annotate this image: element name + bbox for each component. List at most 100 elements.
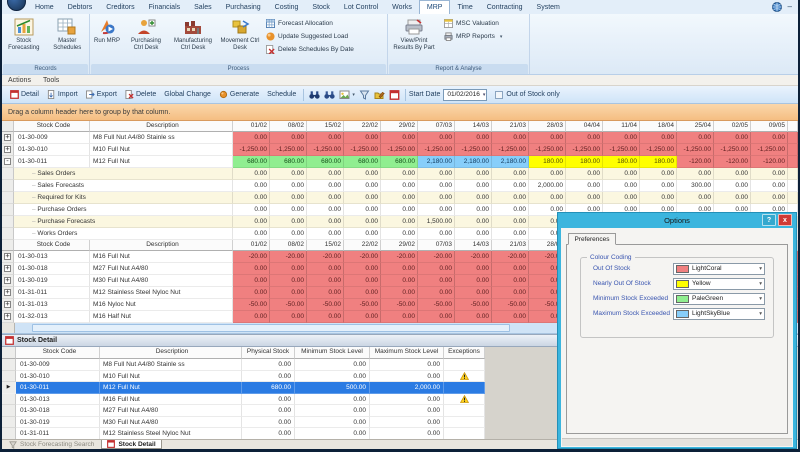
subrow-label[interactable]: Purchase Forecasts <box>14 216 233 228</box>
column-header-date[interactable]: 08/02 <box>270 240 307 251</box>
column-header-stock-code[interactable]: Stock Code <box>14 240 90 251</box>
forecast-value-cell[interactable]: 680.00 <box>270 156 307 168</box>
subrow-value-cell[interactable]: 0.00 <box>455 216 492 228</box>
out-of-stock-only-checkbox[interactable] <box>495 91 503 99</box>
subrow-value-cell[interactable]: 0.00 <box>714 168 751 180</box>
physical-stock-cell[interactable]: 0.00 <box>242 359 295 371</box>
stock-code-cell[interactable]: 01-30-011 <box>16 382 100 394</box>
forecast-value-cell[interactable]: 0.00 <box>307 275 344 287</box>
minimize-button[interactable]: – <box>788 3 792 11</box>
ribbon-tab-debtors[interactable]: Debtors <box>61 1 100 14</box>
subrow-value-cell[interactable]: 0.00 <box>418 168 455 180</box>
subrow-label[interactable]: Sales Forecasts <box>14 180 233 192</box>
forecast-value-cell[interactable]: -1,250.00 <box>677 144 714 156</box>
forecast-allocation-button[interactable]: Forecast Allocation <box>266 19 354 28</box>
subrow-value-cell[interactable]: 0.00 <box>344 228 381 240</box>
subrow-value-cell[interactable]: 0.00 <box>640 180 677 192</box>
forecast-value-cell[interactable]: 0.00 <box>418 132 455 144</box>
stock-code-cell[interactable]: 01-30-018 <box>16 405 100 417</box>
subrow-value-cell[interactable]: 0.00 <box>492 228 529 240</box>
find-button[interactable] <box>307 89 322 101</box>
chevron-down-icon[interactable]: ▾ <box>759 281 764 287</box>
forecast-value-cell[interactable]: -20.00 <box>307 251 344 263</box>
minimum-stock-cell[interactable]: 0.00 <box>295 359 370 371</box>
view-print-results-button[interactable]: View/Print Results By Part <box>388 15 440 64</box>
subrow-value-cell[interactable]: 0.00 <box>455 228 492 240</box>
subrow-value-cell[interactable]: 0.00 <box>233 192 270 204</box>
forecast-value-cell[interactable]: 0.00 <box>714 132 751 144</box>
description-cell[interactable]: M16 Full Nut <box>100 394 242 406</box>
forecast-value-cell[interactable]: 0.00 <box>492 311 529 323</box>
tab-stock-detail[interactable]: Stock Detail <box>101 440 161 449</box>
subrow-value-cell[interactable]: 0.00 <box>381 228 418 240</box>
forecast-value-cell[interactable]: -1,250.00 <box>455 144 492 156</box>
subrow-value-cell[interactable]: 0.00 <box>270 228 307 240</box>
forecast-value-cell[interactable]: 0.00 <box>492 132 529 144</box>
application-menu-button[interactable] <box>7 0 26 11</box>
column-header-stock-code[interactable]: Stock Code <box>16 347 100 359</box>
subrow-value-cell[interactable]: 0.00 <box>381 192 418 204</box>
subrow-value-cell[interactable]: 0.00 <box>640 192 677 204</box>
forecast-value-cell[interactable]: 0.00 <box>529 132 566 144</box>
subrow-value-cell[interactable]: 0.00 <box>418 192 455 204</box>
description-cell[interactable]: M16 Half Nut <box>90 311 233 323</box>
physical-stock-cell[interactable]: 0.00 <box>242 405 295 417</box>
forecast-value-cell[interactable]: -50.00 <box>455 299 492 311</box>
forecast-value-cell[interactable]: 0.00 <box>270 263 307 275</box>
subrow-value-cell[interactable]: 0.00 <box>418 180 455 192</box>
ribbon-tab-financials[interactable]: Financials <box>142 1 188 14</box>
subrow-value-cell[interactable]: 0.00 <box>270 168 307 180</box>
subrow-value-cell[interactable]: 0.00 <box>492 192 529 204</box>
expand-icon[interactable]: + <box>4 277 11 284</box>
chevron-down-icon[interactable]: ▾ <box>483 92 486 98</box>
forecast-value-cell[interactable]: 0.00 <box>418 263 455 275</box>
forecast-value-cell[interactable]: 0.00 <box>455 287 492 299</box>
colour-dropdown[interactable]: LightSkyBlue▾ <box>673 308 765 320</box>
master-schedules-button[interactable]: Master Schedules <box>46 15 90 64</box>
description-cell[interactable]: M30 Full Nut A4/80 <box>100 417 242 429</box>
stock-code-cell[interactable]: 01-31-011 <box>16 428 100 440</box>
forecast-value-cell[interactable]: 0.00 <box>492 263 529 275</box>
ribbon-tab-contracting[interactable]: Contracting <box>480 1 530 14</box>
column-header-date[interactable]: 29/02 <box>381 240 418 251</box>
ribbon-tab-mrp[interactable]: MRP <box>419 0 451 14</box>
column-header-description[interactable]: Description <box>90 121 233 132</box>
subrow-value-cell[interactable]: 0.00 <box>677 192 714 204</box>
colour-dropdown[interactable]: Yellow▾ <box>673 278 765 290</box>
forecast-value-cell[interactable]: -50.00 <box>344 299 381 311</box>
forecast-value-cell[interactable]: -120.00 <box>677 156 714 168</box>
find-next-button[interactable] <box>322 89 337 101</box>
minimum-stock-cell[interactable]: 0.00 <box>295 394 370 406</box>
subrow-value-cell[interactable]: 0.00 <box>492 168 529 180</box>
stock-code-cell[interactable]: 01-30-010 <box>16 371 100 383</box>
column-header-date[interactable]: 01/02 <box>233 240 270 251</box>
subrow-value-cell[interactable]: 0.00 <box>492 216 529 228</box>
physical-stock-cell[interactable]: 0.00 <box>242 394 295 406</box>
import-button[interactable]: Import <box>43 89 82 100</box>
global-change-button[interactable]: Global Change <box>160 90 215 99</box>
forecast-value-cell[interactable]: 0.00 <box>418 311 455 323</box>
maximum-stock-cell[interactable]: 2,000.00 <box>370 382 444 394</box>
physical-stock-cell[interactable]: 0.00 <box>242 371 295 383</box>
subrow-value-cell[interactable]: 0.00 <box>751 180 788 192</box>
subrow-value-cell[interactable]: 0.00 <box>233 228 270 240</box>
subrow-value-cell[interactable]: 0.00 <box>344 192 381 204</box>
ribbon-tab-creditors[interactable]: Creditors <box>99 1 141 14</box>
column-header-date[interactable]: 04/04 <box>566 121 603 132</box>
stock-code-cell[interactable]: 01-30-013 <box>16 394 100 406</box>
column-header-date[interactable]: 15/02 <box>307 121 344 132</box>
ribbon-tab-costing[interactable]: Costing <box>268 1 306 14</box>
expand-icon[interactable]: + <box>4 289 11 296</box>
forecast-value-cell[interactable]: 0.00 <box>344 287 381 299</box>
forecast-value-cell[interactable]: -50.00 <box>233 299 270 311</box>
forecast-value-cell[interactable]: 0.00 <box>381 287 418 299</box>
subrow-value-cell[interactable]: 0.00 <box>455 204 492 216</box>
subrow-value-cell[interactable]: 0.00 <box>455 192 492 204</box>
forecast-value-cell[interactable]: 0.00 <box>381 132 418 144</box>
column-header-date[interactable]: 07/03 <box>418 121 455 132</box>
forecast-value-cell[interactable]: 0.00 <box>677 132 714 144</box>
ribbon-tab-system[interactable]: System <box>530 1 567 14</box>
subrow-value-cell[interactable]: 0.00 <box>751 168 788 180</box>
column-header-date[interactable]: 21/03 <box>492 240 529 251</box>
forecast-value-cell[interactable]: 0.00 <box>603 132 640 144</box>
